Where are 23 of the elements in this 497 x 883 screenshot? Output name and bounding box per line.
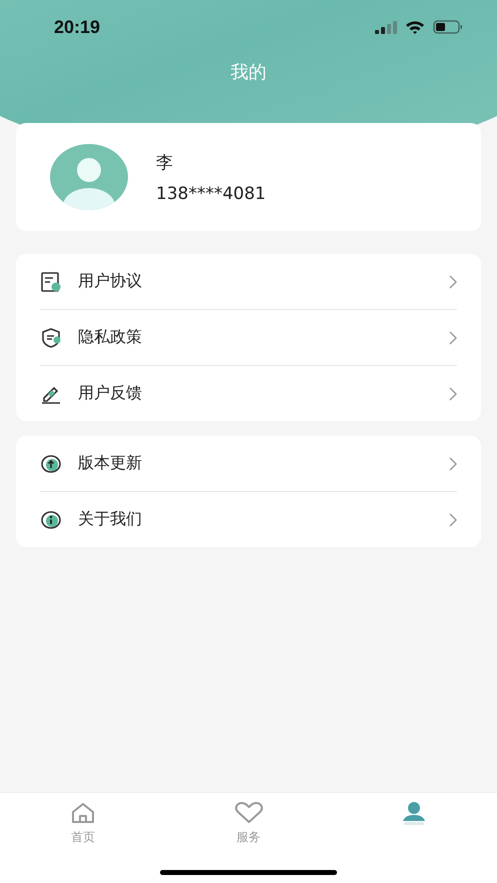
avatar-icon xyxy=(50,144,128,210)
phone-number: 138****4081 xyxy=(156,184,266,204)
menu-item[interactable]: 版本更新 xyxy=(40,436,457,492)
profile-card[interactable]: 李 138****4081 xyxy=(16,123,481,231)
page-title: 我的 xyxy=(230,61,266,85)
chevron-right-icon xyxy=(449,456,457,470)
menu-item[interactable]: 关于我们 xyxy=(40,492,457,547)
heart-icon xyxy=(234,801,264,825)
chevron-right-icon xyxy=(449,330,457,344)
menu-item[interactable]: 用户反馈 xyxy=(40,366,457,421)
menu-item[interactable]: 隐私政策 xyxy=(40,310,457,366)
chevron-right-icon xyxy=(449,274,457,288)
signal-icon xyxy=(375,20,397,34)
status-time: 20:19 xyxy=(54,16,100,38)
shield-icon xyxy=(40,326,62,348)
battery-icon xyxy=(433,20,463,34)
document-icon xyxy=(40,270,62,292)
chevron-right-icon xyxy=(449,386,457,400)
menu-item[interactable]: 用户协议 xyxy=(40,254,457,310)
user-name: 李 xyxy=(156,152,174,174)
wifi-icon xyxy=(405,20,425,34)
person-icon xyxy=(401,801,428,825)
chevron-right-icon xyxy=(449,512,457,526)
